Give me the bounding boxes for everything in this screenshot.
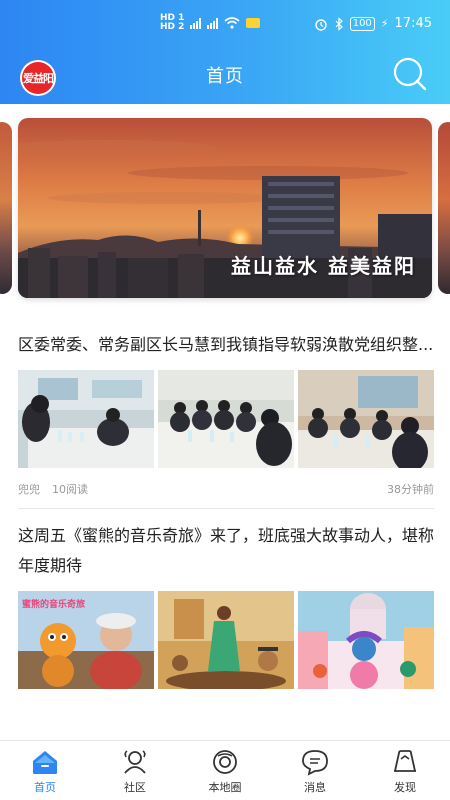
tab-label: 社区	[124, 781, 146, 794]
search-icon[interactable]	[392, 56, 428, 92]
message-icon	[302, 750, 328, 776]
tab-label: 消息	[304, 781, 326, 794]
article-card[interactable]: 区委常委、常务副区长马慧到我镇指导软弱涣散党组织整... 兜兜 10阅读 38分…	[18, 330, 434, 508]
movie-city-image	[298, 591, 434, 689]
local-circle-icon	[213, 750, 237, 774]
banner-next-slide[interactable]	[438, 122, 450, 294]
poster-title: 蜜熊的音乐奇旅	[22, 598, 85, 610]
bottom-tab-bar: 首页 社区 本地圈 消息 发现	[0, 740, 450, 800]
article-time: 38分钟前	[387, 483, 434, 496]
article-image[interactable]: 蜜熊的音乐奇旅	[18, 591, 154, 689]
article-title[interactable]: 这周五《蜜熊的音乐奇旅》来了，班底强大故事动人，堪称年度期待	[18, 521, 434, 581]
community-icon	[124, 750, 146, 774]
status-right: 100 ⚡ 17:45	[314, 16, 432, 31]
article-image[interactable]	[158, 591, 294, 689]
tab-discover[interactable]: 发现	[360, 741, 450, 800]
title-bar: 爱益阳 首页	[0, 44, 450, 104]
article-card[interactable]: 这周五《蜜熊的音乐奇旅》来了，班底强大故事动人，堪称年度期待 蜜熊的音乐奇旅	[18, 521, 434, 689]
tab-label: 本地圈	[208, 781, 242, 794]
meeting-photo-2	[158, 370, 294, 468]
discover-icon	[394, 750, 416, 772]
bluetooth-icon	[335, 16, 343, 31]
article-thumbnails	[18, 370, 434, 468]
article-title[interactable]: 区委常委、常务副区长马慧到我镇指导软弱涣散党组织整...	[18, 330, 434, 360]
banner-prev-slide[interactable]	[0, 122, 12, 294]
article-image[interactable]	[298, 370, 434, 468]
movie-scene-image	[158, 591, 294, 689]
news-feed: 区委常委、常务副区长马慧到我镇指导软弱涣散党组织整... 兜兜 10阅读 38分…	[18, 330, 434, 689]
network-hd2: HD 2	[160, 22, 185, 32]
article-read-count: 10阅读	[52, 483, 88, 496]
banner-caption: 益山益水 益美益阳	[231, 254, 416, 278]
article-author: 兜兜	[18, 483, 40, 496]
meeting-photo-3	[298, 370, 434, 468]
status-bar: HD 1 HD 2 100 ⚡ 17:45	[0, 0, 450, 44]
network-labels: HD 1 HD 2	[160, 14, 184, 32]
article-thumbnails: 蜜熊的音乐奇旅	[18, 591, 434, 689]
banner-slide[interactable]: 益山益水 益美益阳	[18, 118, 432, 298]
home-icon	[33, 751, 57, 774]
tab-community[interactable]: 社区	[90, 741, 180, 800]
signal-icon	[190, 17, 202, 29]
status-network: HD 1 HD 2	[160, 14, 261, 32]
article-image[interactable]	[158, 370, 294, 468]
tab-home[interactable]: 首页	[0, 741, 90, 800]
tab-local-circle[interactable]: 本地圈	[180, 741, 270, 800]
article-divider	[18, 508, 434, 509]
article-meta: 兜兜 10阅读 38分钟前	[18, 468, 434, 508]
alarm-icon	[315, 18, 327, 31]
clock: 17:45	[394, 16, 432, 31]
notification-icon	[246, 18, 261, 28]
tab-label: 首页	[34, 781, 56, 794]
tab-messages[interactable]: 消息	[270, 741, 360, 800]
tab-label: 发现	[394, 781, 416, 794]
charging-icon: ⚡	[380, 17, 389, 30]
banner-carousel[interactable]: 益山益水 益美益阳	[0, 118, 450, 298]
movie-poster-image: 蜜熊的音乐奇旅	[18, 591, 154, 689]
battery-level: 100	[349, 16, 375, 31]
app-header: HD 1 HD 2 100 ⚡ 17:45 爱益阳 首页	[0, 0, 450, 104]
wifi-icon	[224, 17, 240, 29]
signal-2-icon	[207, 17, 219, 29]
page-title: 首页	[206, 66, 244, 87]
meeting-photo-1	[18, 370, 154, 468]
article-image[interactable]	[298, 591, 434, 689]
article-image[interactable]	[18, 370, 154, 468]
